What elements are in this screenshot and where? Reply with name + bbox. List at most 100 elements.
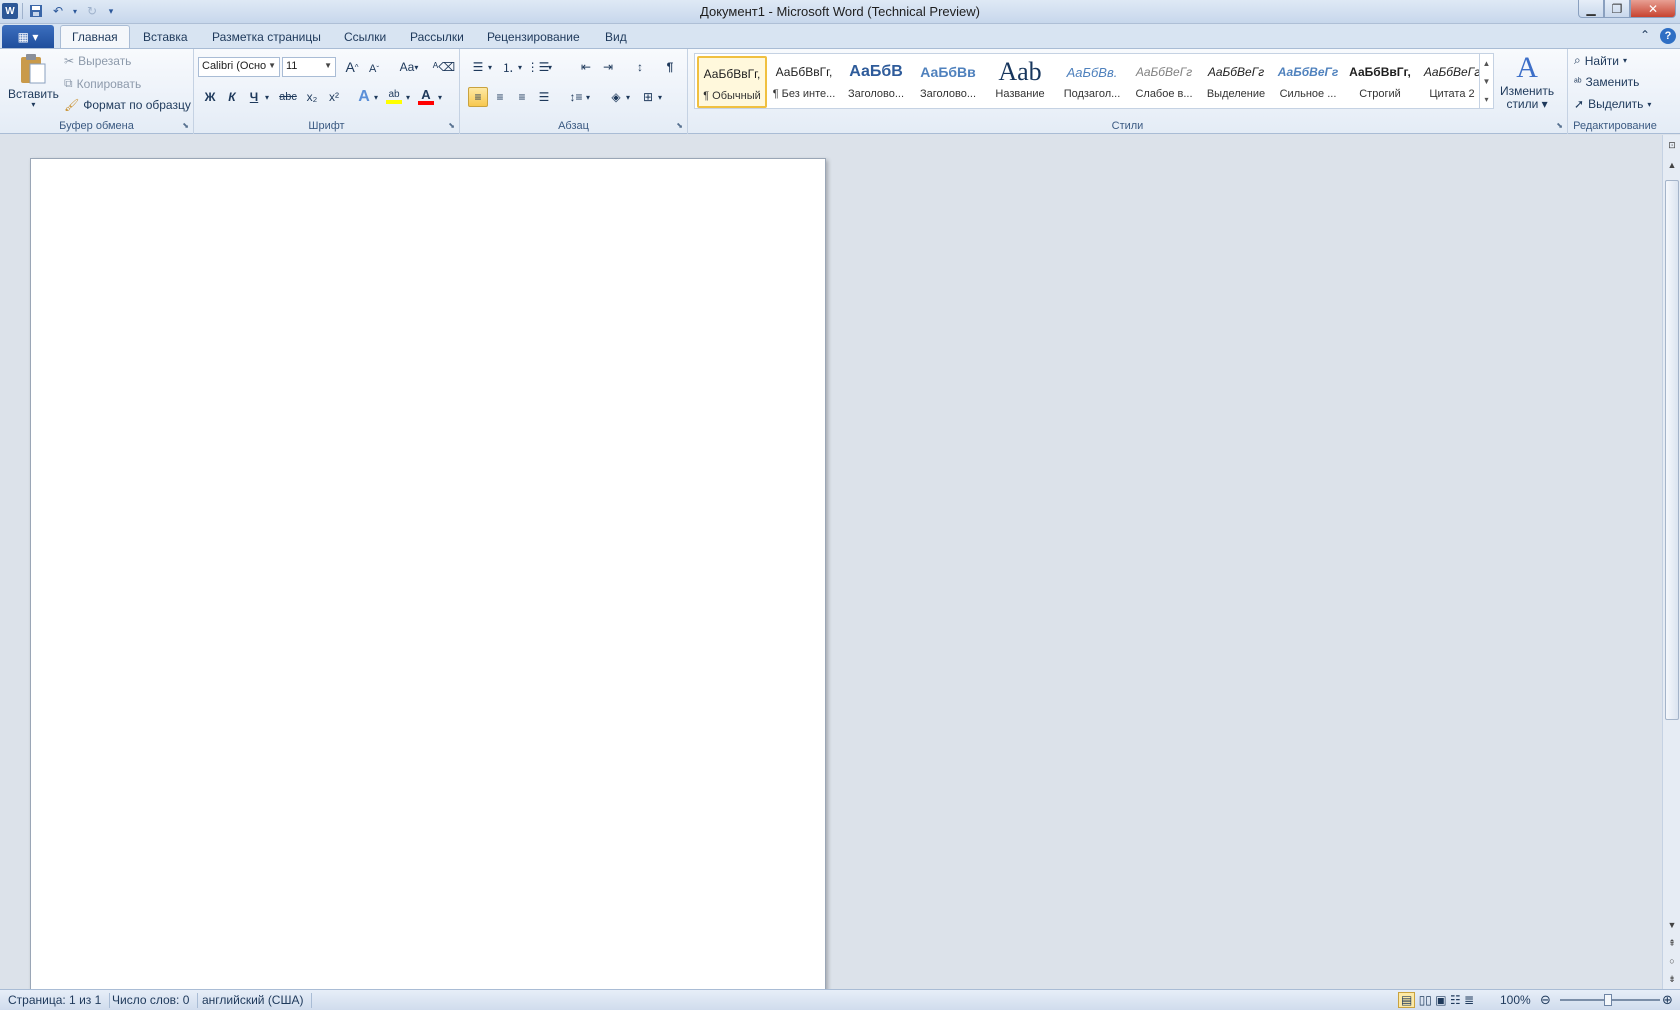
shrink-font-button[interactable]: Aˇ [364,59,384,79]
style-subtitle[interactable]: АаБбВв. Подзагол... [1057,56,1127,108]
vertical-scrollbar[interactable]: ⊡ ▲ ▼ ⇞ ○ ⇟ [1662,135,1680,989]
copy-button[interactable]: ⧉ Копировать [64,76,141,91]
scroll-thumb[interactable] [1665,180,1679,720]
grow-font-button[interactable]: A ^ [342,57,362,77]
zoom-slider-thumb[interactable] [1604,994,1612,1006]
gallery-up-icon[interactable]: ▲ [1483,59,1491,68]
find-button[interactable]: ⌕ Найти ▾ [1574,53,1627,68]
paste-button[interactable]: Вставить ▾ [8,53,59,109]
gallery-scroll[interactable]: ▲ ▼ ▾ [1479,54,1493,108]
gallery-more-icon[interactable]: ▾ [1484,95,1488,104]
zoom-out-icon[interactable]: ⊖ [1540,992,1551,1008]
line-spacing-dropdown-icon[interactable]: ▾ [584,87,592,107]
multilevel-dropdown-icon[interactable]: ▾ [546,57,554,77]
cut-button[interactable]: ✂ Вырезать [64,54,131,68]
web-layout-icon[interactable]: ▣ [1435,993,1446,1007]
style-strong[interactable]: АаБбВвГг, Строгий [1345,56,1415,108]
style-intense-emphasis[interactable]: АаБбВеГг Сильное ... [1273,56,1343,108]
superscript-button[interactable]: x² [324,87,344,107]
italic-button[interactable]: К [222,87,242,107]
gallery-down-icon[interactable]: ▼ [1483,77,1491,86]
highlight-dropdown-icon[interactable]: ▾ [404,87,412,107]
decrease-indent-icon[interactable]: ⇤ [576,57,596,77]
zoom-level[interactable]: 100% [1500,993,1539,1008]
tab-insert[interactable]: Вставка [143,30,188,44]
text-effects-icon[interactable]: A [354,87,374,107]
ruler-toggle-icon[interactable]: ⊡ [1664,137,1680,153]
file-menu-button[interactable]: ▦ ▾ [2,25,54,48]
close-button[interactable]: ✕ [1630,0,1676,18]
font-color-icon[interactable]: A [416,87,436,107]
minimize-button[interactable]: ▁ [1578,0,1604,18]
style-subtle-emphasis[interactable]: АаБбВеГг Слабое в... [1129,56,1199,108]
strikethrough-button[interactable]: abc [276,87,300,107]
restore-button[interactable]: ❐ [1604,0,1630,18]
line-spacing-icon[interactable]: ↕≡ [566,87,586,107]
scroll-up-icon[interactable]: ▲ [1664,157,1680,173]
tab-page-layout[interactable]: Разметка страницы [212,30,321,44]
numbering-icon[interactable]: ⒈ [498,57,518,77]
subscript-button[interactable]: x₂ [302,87,322,107]
font-size-combo[interactable]: 11 ▼ [282,57,336,77]
justify-icon[interactable]: ☰ [534,87,554,107]
tab-review[interactable]: Рецензирование [487,30,580,44]
zoom-in-icon[interactable]: ⊕ [1662,992,1673,1008]
next-page-icon[interactable]: ⇟ [1664,971,1680,987]
align-left-icon[interactable]: ≡ [468,87,488,107]
styles-launcher-icon[interactable]: ⬊ [1556,121,1563,130]
text-effects-dropdown-icon[interactable]: ▾ [372,87,380,107]
underline-dropdown-icon[interactable]: ▾ [262,87,272,107]
sort-icon[interactable]: ↕ [630,57,650,77]
clipboard-launcher-icon[interactable]: ⬊ [182,121,189,130]
tab-references[interactable]: Ссылки [344,30,386,44]
tab-home[interactable]: Главная [60,25,130,49]
style-normal[interactable]: АаБбВвГг, ¶ Обычный [697,56,767,108]
draft-icon[interactable]: ≣ [1464,993,1474,1007]
change-styles-button[interactable]: A Изменить стили ▾ [1500,51,1554,111]
bold-button[interactable]: Ж [200,87,220,107]
style-emphasis[interactable]: АаБбВеГг Выделение [1201,56,1271,108]
bullets-dropdown-icon[interactable]: ▾ [486,57,494,77]
style-heading-2[interactable]: АаБбВв Заголово... [913,56,983,108]
borders-dropdown-icon[interactable]: ▾ [656,87,664,107]
font-launcher-icon[interactable]: ⬊ [448,121,455,130]
numbering-dropdown-icon[interactable]: ▾ [516,57,524,77]
style-quote-2[interactable]: АаБбВеГг Цитата 2 [1417,56,1487,108]
select-button[interactable]: ➚ Выделить ▾ [1574,97,1651,111]
previous-page-icon[interactable]: ⇞ [1664,935,1680,951]
outline-icon[interactable]: ☷ [1450,993,1461,1007]
highlight-icon[interactable]: ab [384,87,404,107]
paragraph-launcher-icon[interactable]: ⬊ [676,121,683,130]
style-title[interactable]: Aab Название [985,56,1055,108]
borders-icon[interactable]: ⊞ [638,87,658,107]
shading-dropdown-icon[interactable]: ▾ [624,87,632,107]
replace-button[interactable]: ᵃᵇ Заменить [1574,75,1639,89]
shading-icon[interactable]: ◈ [606,87,626,107]
style-no-spacing[interactable]: АаБбВвГг, ¶ Без инте... [769,56,839,108]
browse-object-icon[interactable]: ○ [1664,953,1680,969]
tab-mailings[interactable]: Рассылки [410,30,464,44]
style-heading-1[interactable]: АаБбВ Заголово... [841,56,911,108]
tab-view[interactable]: Вид [605,30,627,44]
multilevel-list-icon[interactable]: ⋮☰ [527,57,550,77]
font-family-combo[interactable]: Calibri (Осно ▼ [198,57,280,77]
page-count[interactable]: Страница: 1 из 1 [8,993,111,1008]
clear-formatting-icon[interactable]: ᴬ⌫ [433,57,455,77]
bullets-icon[interactable]: ☰ [468,57,488,77]
underline-button[interactable]: Ч [244,87,264,107]
font-color-dropdown-icon[interactable]: ▾ [436,87,444,107]
show-formatting-button[interactable]: ¶ [660,57,680,77]
document-page[interactable] [30,158,826,989]
align-right-icon[interactable]: ≡ [512,87,532,107]
word-count[interactable]: Число слов: 0 [112,993,199,1008]
scroll-down-icon[interactable]: ▼ [1664,917,1680,933]
full-screen-reading-icon[interactable]: ▯▯ [1419,993,1432,1007]
print-layout-icon[interactable]: ▤ [1398,992,1416,1008]
align-center-icon[interactable]: ≡ [490,87,510,107]
language-indicator[interactable]: английский (США) [202,993,313,1008]
increase-indent-icon[interactable]: ⇥ [598,57,618,77]
help-icon[interactable]: ? [1660,28,1676,44]
change-case-button[interactable]: Aa ▾ [396,57,422,77]
minimize-ribbon-icon[interactable]: ⌃ [1640,28,1650,42]
format-painter-button[interactable]: 🖌 Формат по образцу [64,98,191,112]
